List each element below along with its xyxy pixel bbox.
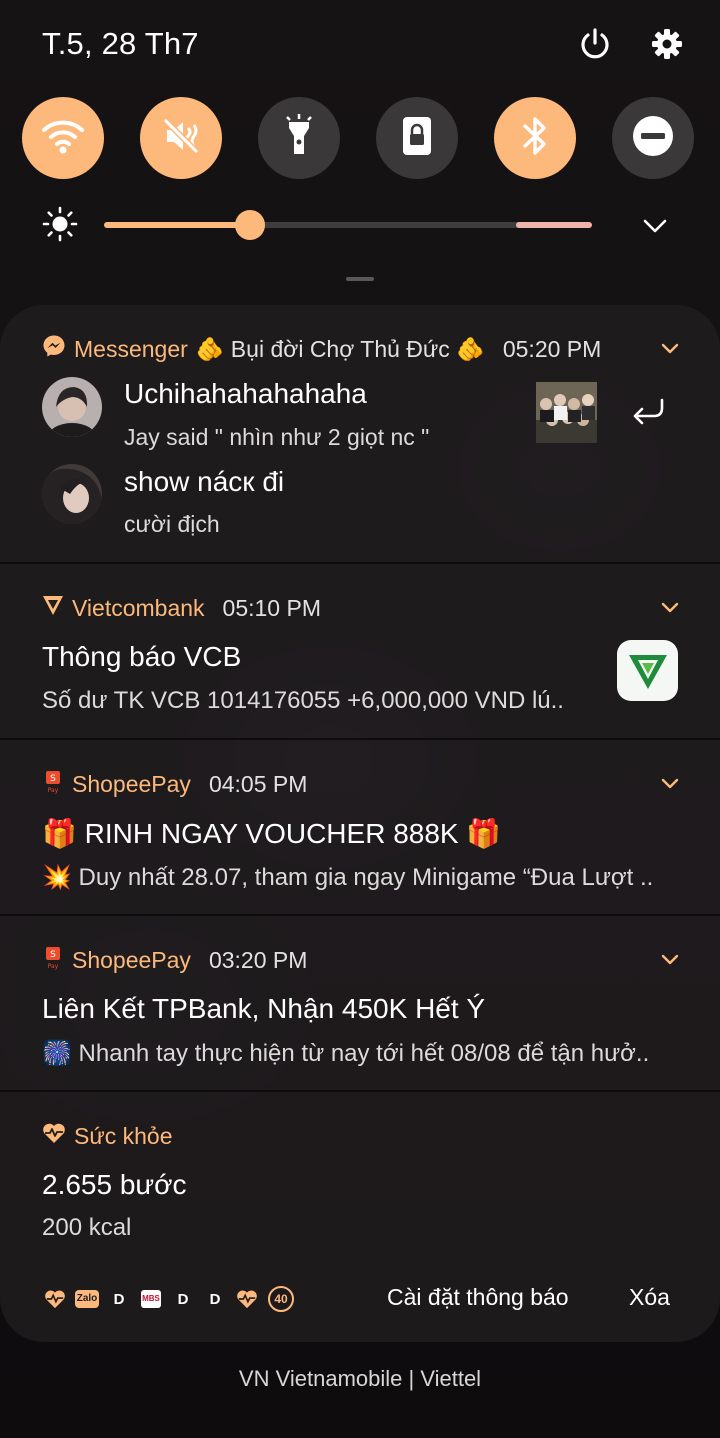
do-not-disturb-toggle[interactable] <box>612 97 694 179</box>
message-sender: show nácк đi <box>124 466 285 497</box>
reply-icon[interactable] <box>630 396 666 428</box>
shopeepay-header: S Pay ShopeePay 03:20 PM <box>42 945 307 975</box>
shopeepay-title: Liên Kết TPBank, Nhận 450K Hết Ý <box>42 993 486 1024</box>
zalo-mini-label: Zalo <box>74 1290 100 1308</box>
svg-text:Pay: Pay <box>48 787 59 794</box>
message-text: cười địch <box>124 511 220 537</box>
vietcombank-header: Vietcombank 05:10 PM <box>42 593 321 623</box>
health-steps: 2.655 bước <box>42 1169 187 1200</box>
shopeepay-app-name: ShopeePay <box>72 770 191 797</box>
bluetooth-toggle[interactable] <box>494 97 576 179</box>
message-sender: Uchihahahahahaha <box>124 378 367 409</box>
vietcombank-title: Thông báo VCB <box>42 641 242 672</box>
messenger-group-name: 🫵 Bụi đời Chợ Thủ Đức 🫵 <box>195 335 485 362</box>
brightness-slider[interactable] <box>104 210 592 240</box>
health-mini-icon <box>236 1288 258 1310</box>
clear-all-button[interactable]: Xóa <box>629 1284 670 1311</box>
message-photo-thumbnail[interactable] <box>536 382 597 443</box>
messenger-header: Messenger 🫵 Bụi đời Chợ Thủ Đức 🫵 05:20 … <box>42 334 601 364</box>
power-icon[interactable] <box>577 26 613 62</box>
date-label: T.5, 28 Th7 <box>42 26 199 61</box>
carrier-label: VN Vietnamobile | Viettel <box>238 1366 482 1391</box>
health-calories: 200 kcal <box>42 1214 132 1241</box>
svg-text:S: S <box>50 774 56 784</box>
shopeepay-text: 💥 Duy nhất 28.07, tham gia ngay Minigame… <box>42 864 654 891</box>
shopeepay-expand-chevron-icon[interactable] <box>658 948 682 972</box>
shopeepay-time: 03:20 PM <box>208 946 308 973</box>
notification-panel: Messenger 🫵 Bụi đời Chợ Thủ Đức 🫵 05:20 … <box>0 305 720 1342</box>
vietcombank-time: 05:10 PM <box>222 594 321 621</box>
shopeepay-header: S Pay ShopeePay 04:05 PM <box>42 769 307 799</box>
shopeepay-text: 🎆 Nhanh tay thực hiện từ nay tới hết 08/… <box>42 1040 650 1067</box>
notification-settings-button[interactable]: Cài đặt thông báo <box>387 1284 569 1311</box>
notification-shopeepay-voucher[interactable]: S Pay ShopeePay 04:05 PM 🎁 RINH NGAY VOU… <box>0 740 720 916</box>
zalo-mini-icon: Zalo <box>74 1288 100 1310</box>
messenger-time: 05:20 PM <box>502 335 602 362</box>
shopeepay-icon: S Pay <box>42 768 64 800</box>
vietcombank-expand-chevron-icon[interactable] <box>658 596 682 620</box>
shopeepay-icon: S Pay <box>42 944 64 976</box>
d-app-mini-icon: D <box>209 1290 221 1308</box>
hidden-notification-icons: Zalo D MBS D D 40 <box>44 1286 294 1312</box>
brightness-slider-adaptive-range <box>516 222 592 228</box>
mbs-mini-label: MBS <box>141 1290 161 1308</box>
mbs-mini-icon: MBS <box>140 1288 162 1310</box>
vietcombank-logo <box>617 640 678 701</box>
flashlight-icon <box>279 113 319 163</box>
messenger-expand-chevron-icon[interactable] <box>658 337 682 361</box>
message-text: Jay said " nhìn như 2 giọt nc " <box>124 424 430 450</box>
messenger-app-name: Messenger <box>74 335 188 362</box>
shopeepay-expand-chevron-icon[interactable] <box>658 772 682 796</box>
notification-shopeepay-tpbank[interactable]: S Pay ShopeePay 03:20 PM Liên Kết TPBank… <box>0 916 720 1092</box>
notification-messenger[interactable]: Messenger 🫵 Bụi đời Chợ Thủ Đức 🫵 05:20 … <box>0 305 720 564</box>
avatar <box>42 464 102 524</box>
do-not-disturb-icon <box>631 114 675 163</box>
wifi-icon <box>41 116 85 161</box>
notification-actions-bar: Zalo D MBS D D 40 Cài đặt thông báo Xóa <box>0 1256 720 1342</box>
vietcombank-app-name: Vietcombank <box>72 594 205 621</box>
wifi-toggle[interactable] <box>22 97 104 179</box>
flashlight-toggle[interactable] <box>258 97 340 179</box>
notification-health[interactable]: Sức khỏe 2.655 bước 200 kcal <box>0 1092 720 1256</box>
bluetooth-icon <box>517 113 553 164</box>
health-header: Sức khỏe <box>42 1121 173 1151</box>
avatar <box>42 377 102 437</box>
svg-text:S: S <box>50 950 56 960</box>
lock-icon <box>397 114 437 163</box>
drag-handle[interactable] <box>346 277 374 281</box>
d-app-mini-icon: D <box>177 1290 189 1308</box>
screen-lock-toggle[interactable] <box>376 97 458 179</box>
health-mini-icon <box>44 1288 66 1310</box>
heart-pulse-icon <box>42 1122 66 1150</box>
speaker-mute-icon <box>159 114 203 163</box>
notification-vietcombank[interactable]: Vietcombank 05:10 PM Thông báo VCB Số dư… <box>0 564 720 740</box>
d-app-mini-icon: D <box>113 1290 125 1308</box>
count-badge: 40 <box>268 1286 294 1312</box>
brightness-sun-icon <box>42 206 78 242</box>
expand-quick-panel-chevron-icon[interactable] <box>642 213 668 239</box>
shopeepay-title: 🎁 RINH NGAY VOUCHER 888K 🎁 <box>42 818 502 849</box>
svg-text:Pay: Pay <box>48 963 59 970</box>
settings-gear-icon[interactable] <box>649 26 685 62</box>
sound-mute-toggle[interactable] <box>140 97 222 179</box>
shopeepay-time: 04:05 PM <box>208 770 308 797</box>
vietcombank-text: Số dư TK VCB 1014176055 +6,000,000 VND l… <box>42 687 564 714</box>
shopeepay-app-name: ShopeePay <box>72 946 191 973</box>
messenger-icon <box>42 334 66 364</box>
health-app-name: Sức khỏe <box>74 1122 173 1149</box>
vietcombank-icon <box>42 594 64 622</box>
brightness-slider-fill <box>104 222 251 228</box>
